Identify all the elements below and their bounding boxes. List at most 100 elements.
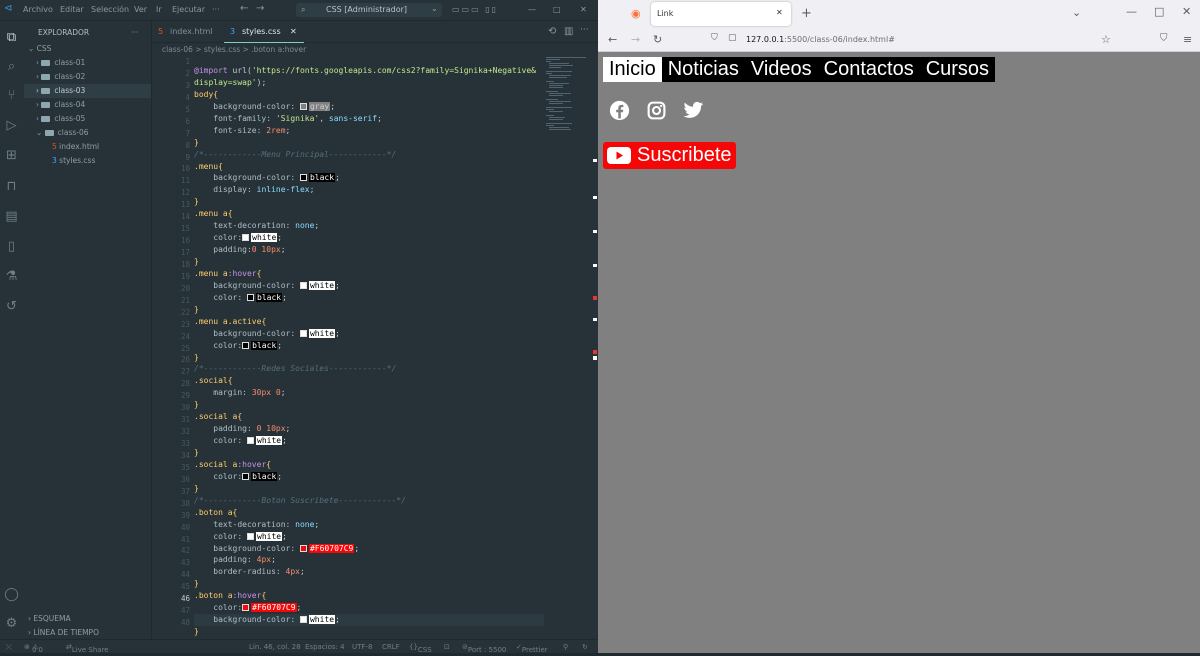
prettier-status[interactable]: ✓ Prettier — [516, 643, 548, 654]
go-live-status[interactable]: ⊘ Port : 5500 — [462, 643, 506, 654]
facebook-icon[interactable] — [609, 100, 630, 121]
tab-list-chevron-icon[interactable]: ⌄ — [1072, 6, 1081, 19]
notifications-icon[interactable]: ↻ — [582, 643, 588, 651]
timeline-icon[interactable]: ⟲ — [548, 26, 556, 37]
close-tab-icon[interactable]: ✕ — [290, 21, 297, 43]
code-line: padding:0 10px; — [213, 245, 286, 255]
live-share-icon[interactable]: ↺ — [4, 299, 19, 314]
remote-explorer-icon[interactable]: ▤ — [4, 209, 19, 224]
code-line: background-color: black; — [213, 173, 340, 183]
outline-section[interactable]: › ESQUEMA — [28, 612, 71, 626]
cursor-position[interactable]: Lín. 46, col. 28 — [249, 643, 301, 651]
url-bar[interactable]: 127.0.0.1:5500/class-06/index.html# — [746, 30, 1096, 50]
maximize-icon[interactable]: □ — [553, 5, 561, 14]
subscribe-button[interactable]: Suscribete — [603, 142, 736, 169]
menu-seleccion[interactable]: Selección — [91, 5, 129, 14]
nav-forward-icon[interactable]: → — [256, 3, 264, 14]
line-number: 30 — [180, 403, 190, 413]
back-icon[interactable]: ← — [608, 33, 617, 46]
folder-class-01[interactable]: › class-01 — [24, 56, 151, 70]
problems-indicator[interactable]: ⊗ 0 ⚠ 0 — [24, 643, 43, 654]
page-info-icon[interactable]: ▢ — [728, 33, 737, 43]
firefox-view-icon[interactable]: ◉ — [631, 7, 641, 20]
menu-item-inicio[interactable]: Inicio — [603, 57, 662, 82]
tab-link[interactable]: Link ✕ — [651, 2, 791, 26]
menu-item-contactos[interactable]: Contactos — [818, 57, 920, 82]
code-line: padding: 0 10px; — [213, 424, 291, 434]
remote-icon[interactable]: ⤬ — [6, 643, 12, 652]
workspace-root[interactable]: ⌄ CSS — [24, 42, 151, 56]
twitter-icon[interactable] — [683, 100, 704, 121]
menu-item-noticias[interactable]: Noticias — [662, 57, 745, 82]
code-editor[interactable]: @import url('https://fonts.googleapis.co… — [194, 56, 544, 656]
notebook-icon[interactable]: ▯ — [4, 239, 19, 254]
bell-icon[interactable]: ⊡ — [444, 643, 450, 651]
account-icon[interactable]: ◯ — [4, 587, 19, 602]
hamburger-menu-icon[interactable]: ≡ — [1183, 33, 1192, 46]
line-number: 41 — [180, 534, 190, 544]
line-number: 24 — [180, 331, 190, 341]
testing-icon[interactable]: ⚗ — [4, 269, 19, 284]
tab-index-html[interactable]: 5 index.html — [152, 21, 224, 43]
forward-icon[interactable]: → — [631, 33, 640, 46]
folder-class-04[interactable]: › class-04 — [24, 98, 151, 112]
menu-ir[interactable]: Ir — [156, 5, 162, 14]
folder-class-03[interactable]: › class-03 — [24, 84, 151, 98]
folder-class-02[interactable]: › class-02 — [24, 70, 151, 84]
explorer-icon[interactable]: ⧉ — [4, 30, 19, 45]
menu-ver[interactable]: Ver — [134, 5, 147, 14]
close-tab-icon[interactable]: ✕ — [776, 8, 783, 17]
more-actions-icon[interactable]: ··· — [131, 26, 138, 40]
file-label: styles.css — [59, 156, 96, 165]
eol-status[interactable]: CRLF — [382, 643, 400, 651]
menu-editar[interactable]: Editar — [60, 5, 84, 14]
new-tab-icon[interactable]: + — [801, 6, 812, 21]
live-share-status[interactable]: ⇄ Live Share — [66, 643, 109, 654]
close-icon[interactable]: ✕ — [580, 5, 587, 14]
code-line: } — [194, 448, 199, 457]
search-icon[interactable]: ⌕ — [4, 59, 19, 74]
minimap[interactable] — [546, 56, 592, 136]
folder-class-06[interactable]: ⌄ class-06 — [24, 126, 151, 140]
menu-archivo[interactable]: Archivo — [23, 5, 53, 14]
run-debug-icon[interactable]: ▷ — [4, 118, 19, 133]
language-status[interactable]: {} CSS — [409, 643, 432, 654]
gear-icon[interactable]: ⚙ — [4, 616, 19, 631]
pocket-icon[interactable]: ⛉ — [1160, 33, 1168, 44]
folder-class-05[interactable]: › class-05 — [24, 112, 151, 126]
instagram-icon[interactable] — [646, 100, 667, 121]
chevron-down-icon: ⌄ — [36, 128, 45, 137]
line-number: 35 — [180, 462, 190, 472]
feedback-icon[interactable]: ⚲ — [563, 643, 568, 651]
layout-icons[interactable]: ▭▭▭ ▯▯ — [452, 5, 498, 14]
folder-label: class-03 — [54, 86, 86, 95]
encoding-status[interactable]: UTF-8 — [352, 643, 372, 651]
close-window-icon[interactable]: ✕ — [1182, 5, 1191, 18]
tab-styles-css[interactable]: 3 styles.css ✕ — [224, 21, 304, 43]
tracking-shield-icon[interactable]: ⛉ — [711, 33, 718, 43]
bookmark-star-icon[interactable]: ☆ — [1101, 33, 1111, 46]
menu-item-videos[interactable]: Videos — [745, 57, 818, 82]
split-editor-icon[interactable]: ▥ — [564, 26, 573, 37]
css-file-icon: 3 — [230, 27, 236, 36]
maximize-icon[interactable]: □ — [1154, 5, 1164, 18]
bookmark-icon[interactable]: ⊓ — [4, 179, 19, 194]
line-number: 21 — [180, 295, 190, 305]
menu-ejecutar[interactable]: Ejecutar — [172, 5, 205, 14]
source-control-icon[interactable]: ⑂ — [4, 88, 19, 103]
indent-status[interactable]: Espacios: 4 — [305, 643, 345, 651]
file-index-html[interactable]: 5 index.html — [24, 140, 151, 154]
file-styles-css[interactable]: 3 styles.css — [24, 154, 151, 168]
minimize-icon[interactable]: — — [1126, 5, 1137, 18]
breadcrumb[interactable]: class-06 > styles.css > .boton a:hover — [162, 45, 306, 54]
menu-more[interactable]: ··· — [212, 5, 220, 14]
menu-item-cursos[interactable]: Cursos — [920, 57, 995, 82]
minimize-icon[interactable]: — — [528, 5, 536, 14]
nav-back-icon[interactable]: ← — [240, 3, 248, 14]
more-actions-icon[interactable]: ··· — [580, 25, 589, 35]
timeline-section[interactable]: › LÍNEA DE TIEMPO — [28, 626, 99, 640]
reload-icon[interactable]: ↻ — [653, 33, 662, 46]
ruler-marker — [593, 196, 597, 199]
extensions-icon[interactable]: ⊞ — [4, 148, 19, 163]
command-center[interactable]: ⌕ CSS [Administrador] ⌄ — [296, 3, 442, 17]
